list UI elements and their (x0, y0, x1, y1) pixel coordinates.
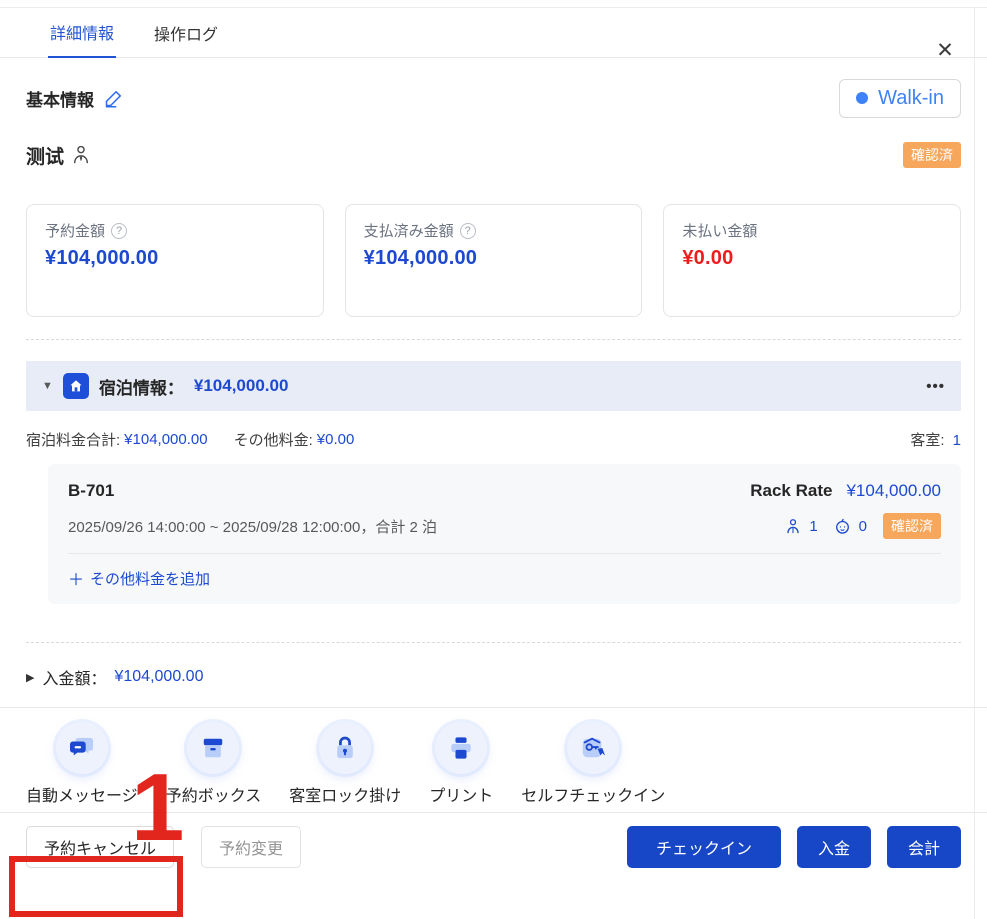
rate-amount: ¥104,000.00 (846, 481, 941, 501)
help-icon[interactable]: ? (460, 223, 476, 239)
summary-cards: 予約金額 ? ¥104,000.00 支払済み金額 ? ¥104,000.00 … (26, 204, 961, 317)
room-total-label: 宿泊料金合計: (26, 429, 120, 450)
lodging-totals-row: 宿泊料金合計: ¥104,000.00 その他料金: ¥0.00 客室: 1 (26, 429, 961, 450)
lock-icon (319, 722, 371, 774)
house-icon (63, 373, 89, 399)
footer-bar: 予約キャンセル 予約変更 チェックイン 入金 会計 (0, 812, 987, 868)
tab-detail-info[interactable]: 詳細情報 (48, 12, 116, 58)
rate-plan-name: Rack Rate (750, 481, 832, 501)
panel-right-divider (974, 8, 975, 919)
tab-bar: 詳細情報 操作ログ ✕ (0, 8, 987, 58)
help-icon[interactable]: ? (111, 223, 127, 239)
box-icon (187, 722, 239, 774)
billing-button[interactable]: 会計 (887, 826, 961, 868)
action-label: 予約ボックス (166, 782, 262, 806)
more-options-icon[interactable]: ••• (926, 378, 945, 395)
walkin-dot-icon (856, 92, 868, 104)
card-unpaid-amount: 未払い金額 ¥0.00 (663, 204, 961, 317)
room-total-value: ¥104,000.00 (124, 431, 207, 448)
edit-pencil-icon[interactable] (104, 88, 124, 108)
deposit-row[interactable]: ▶ 入金額： ¥104,000.00 (26, 665, 961, 689)
panel-top-divider (0, 0, 987, 8)
cancel-reservation-button[interactable]: 予約キャンセル (26, 826, 174, 868)
card-label: 未払い金額 (682, 220, 757, 241)
action-label: 客室ロック掛け (289, 782, 401, 806)
stay-dates: 2025/09/26 14:00:00 ~ 2025/09/28 12:00:0… (68, 516, 437, 537)
action-label: セルフチェックイン (521, 782, 665, 806)
action-reservation-box[interactable]: 予約ボックス (152, 722, 276, 806)
action-label: プリント (429, 782, 493, 806)
guest-row: 测试 確認済 (26, 140, 961, 170)
room-card: B-701 Rack Rate ¥104,000.00 2025/09/26 1… (48, 464, 961, 604)
rooms-label: 客室: (910, 432, 944, 449)
dashed-divider (26, 642, 961, 643)
close-icon[interactable]: ✕ (933, 38, 957, 62)
plus-icon: ＋ (68, 566, 84, 590)
lodging-section-amount: ¥104,000.00 (194, 376, 289, 396)
other-fee-label: その他料金: (234, 429, 313, 450)
chat-message-icon (56, 722, 108, 774)
card-value: ¥104,000.00 (364, 247, 624, 270)
room-card-divider (68, 553, 941, 554)
action-print[interactable]: プリント (415, 722, 507, 806)
rooms-count[interactable]: 1 (953, 432, 961, 449)
deposit-label: 入金額： (42, 665, 106, 689)
guest-person-icon[interactable] (72, 145, 90, 165)
room-name: B-701 (68, 481, 114, 501)
action-self-checkin[interactable]: セルフチェックイン (507, 722, 679, 806)
reservation-detail-panel: 詳細情報 操作ログ ✕ 基本情報 Walk-in 测试 (0, 0, 987, 919)
add-other-fee-link[interactable]: ＋ その他料金を追加 (68, 566, 941, 590)
card-value: ¥104,000.00 (45, 247, 305, 270)
card-paid-amount: 支払済み金額 ? ¥104,000.00 (345, 204, 643, 317)
action-room-lock[interactable]: 客室ロック掛け (275, 722, 415, 806)
basic-info-title: 基本情報 (26, 86, 94, 111)
action-label: 自動メッセージ (26, 782, 138, 806)
child-count: 0 (859, 518, 867, 535)
payment-button[interactable]: 入金 (797, 826, 871, 868)
card-reservation-amount: 予約金額 ? ¥104,000.00 (26, 204, 324, 317)
adult-icon (785, 518, 801, 535)
walkin-badge[interactable]: Walk-in (839, 79, 961, 118)
modify-reservation-button[interactable]: 予約変更 (201, 826, 301, 868)
adult-count: 1 (809, 518, 817, 535)
self-checkin-icon (567, 722, 619, 774)
card-label: 支払済み金額 (364, 220, 454, 241)
card-label: 予約金額 (45, 220, 105, 241)
child-icon (834, 518, 851, 535)
other-fee-value: ¥0.00 (317, 431, 355, 448)
quick-actions-row: 自動メッセージ 予約ボックス 客室ロック掛け (0, 708, 987, 808)
add-other-fee-label: その他料金を追加 (90, 568, 210, 589)
deposit-value: ¥104,000.00 (114, 668, 203, 686)
lodging-section-title: 宿泊情報： (99, 374, 184, 399)
guest-name: 测试 (26, 142, 64, 169)
walkin-label: Walk-in (878, 87, 944, 110)
action-auto-message[interactable]: 自動メッセージ (12, 722, 152, 806)
checkin-button[interactable]: チェックイン (627, 826, 781, 868)
collapse-caret-icon[interactable]: ▼ (42, 380, 53, 392)
basic-info-row: 基本情報 Walk-in (26, 78, 961, 118)
card-value: ¥0.00 (682, 247, 942, 270)
tab-operation-log[interactable]: 操作ログ (152, 13, 220, 57)
room-status-badge: 確認済 (883, 513, 941, 539)
printer-icon (435, 722, 487, 774)
reservation-status-badge: 確認済 (903, 142, 961, 168)
dashed-divider (26, 339, 961, 340)
lodging-section-header[interactable]: ▼ 宿泊情報： ¥104,000.00 ••• (26, 361, 961, 411)
expand-caret-icon[interactable]: ▶ (26, 671, 34, 684)
